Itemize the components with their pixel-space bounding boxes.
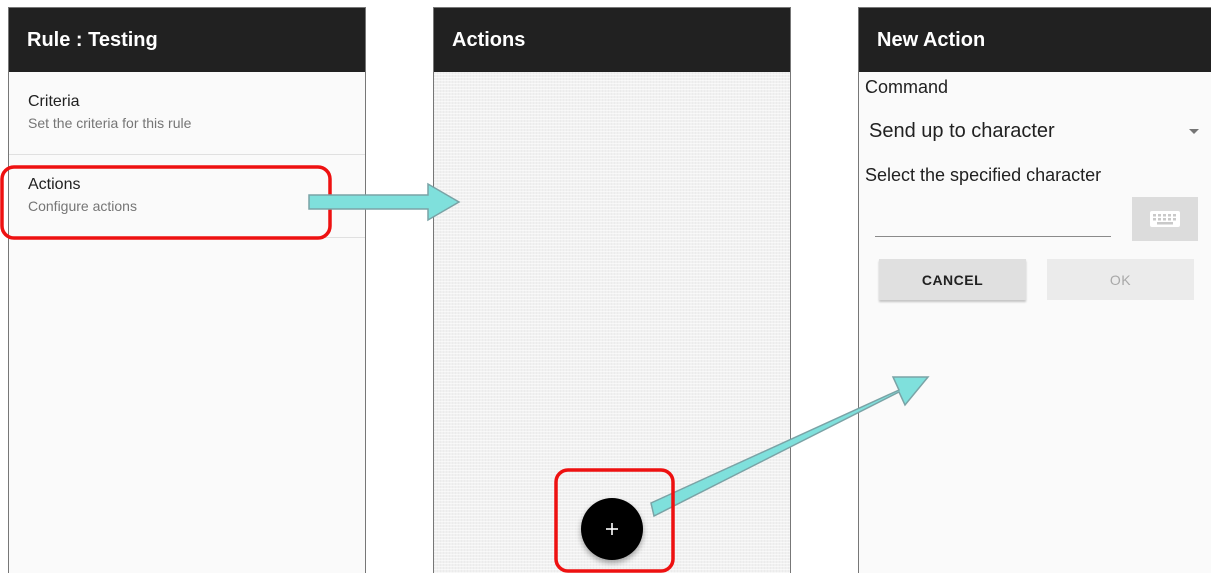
criteria-item[interactable]: Criteria Set the criteria for this rule <box>9 72 365 155</box>
add-action-button[interactable] <box>581 498 643 560</box>
actions-app-bar: Actions <box>434 8 790 72</box>
new-action-title: New Action <box>877 28 986 51</box>
command-label: Command <box>865 77 949 97</box>
character-label: Select the specified character <box>865 165 1102 185</box>
keyboard-icon <box>1150 211 1180 227</box>
criteria-title: Criteria <box>28 93 80 110</box>
actions-subtitle: Configure actions <box>28 198 137 214</box>
screenshot-stage: Rule : Testing Criteria Set the criteria… <box>0 0 1211 573</box>
command-spinner[interactable]: Send up to character <box>869 117 1199 149</box>
actions-title: Actions <box>28 176 81 193</box>
actions-screen-title: Actions <box>452 28 526 51</box>
criteria-subtitle: Set the criteria for this rule <box>28 115 192 131</box>
rule-screen: Rule : Testing Criteria Set the criteria… <box>8 7 366 573</box>
actions-screen: Actions <box>433 7 791 573</box>
new-action-app-bar: New Action <box>859 8 1211 72</box>
keyboard-button[interactable] <box>1132 197 1198 241</box>
dropdown-arrow-icon <box>1189 129 1199 134</box>
command-value: Send up to character <box>869 120 1055 142</box>
cancel-button[interactable]: CANCEL <box>879 259 1026 300</box>
plus-icon <box>606 523 618 535</box>
new-action-screen: New Action Command Send up to character … <box>858 7 1211 573</box>
ok-button[interactable]: OK <box>1047 259 1194 300</box>
character-input[interactable] <box>875 208 1111 237</box>
rule-title: Rule : Testing <box>27 28 158 51</box>
actions-item[interactable]: Actions Configure actions <box>9 155 365 238</box>
rule-app-bar: Rule : Testing <box>9 8 365 72</box>
